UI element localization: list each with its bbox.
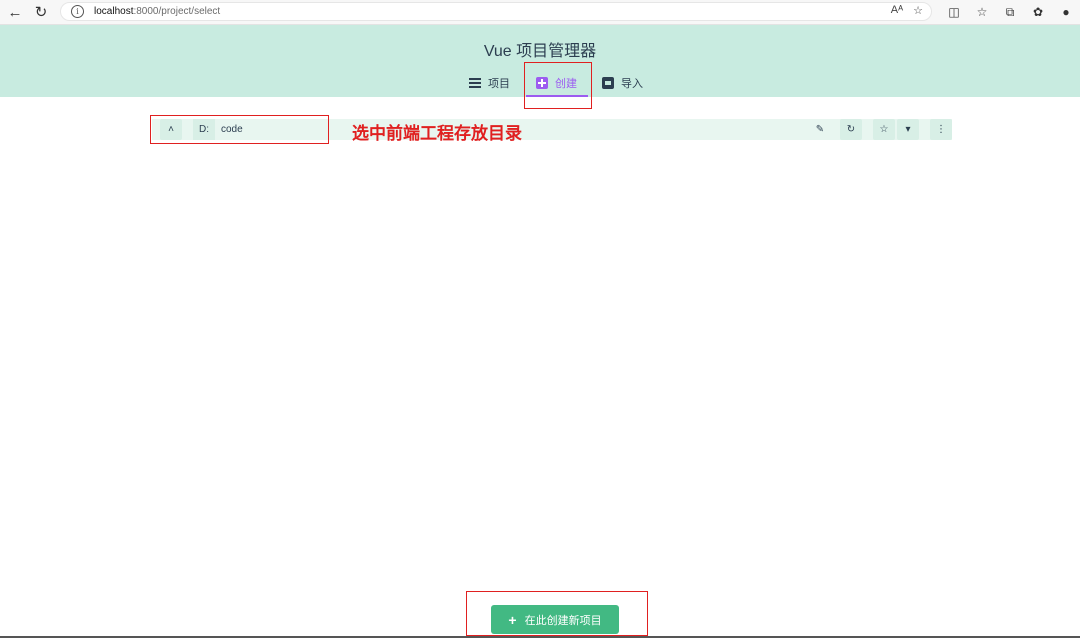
refresh-icon: ↻ (846, 124, 856, 135)
back-arrow-icon[interactable]: ← (4, 1, 26, 23)
archive-icon (602, 77, 614, 89)
favorites-list-icon[interactable]: ☆ (968, 2, 996, 22)
annotation-label: 选中前端工程存放目录 (352, 124, 522, 144)
refresh-icon[interactable]: ↻ (30, 1, 52, 23)
favorite-star-icon[interactable]: ☆ (913, 4, 923, 17)
caret-down-icon: ▾ (905, 124, 911, 135)
create-project-here-button[interactable]: + 在此创建新项目 (491, 605, 619, 634)
tab-create-label: 创建 (555, 78, 577, 90)
url-text[interactable]: localhost:8000/project/select (94, 6, 220, 17)
plus-square-icon (536, 77, 548, 89)
refresh-folder-button[interactable]: ↻ (840, 119, 862, 140)
tab-create[interactable]: 创建 (536, 71, 577, 95)
favorites-dropdown-button[interactable]: ▾ (897, 119, 919, 140)
info-icon[interactable]: i (71, 5, 84, 18)
app-header: Vue 项目管理器 项目 创建 导入 (0, 25, 1080, 97)
split-screen-icon[interactable]: ◫ (940, 2, 968, 22)
create-project-here-label: 在此创建新项目 (524, 614, 602, 627)
browser-toolbar: ← ↻ i localhost:8000/project/select Aᴬ ☆… (0, 0, 1080, 25)
address-bar[interactable]: i localhost:8000/project/select Aᴬ ☆ (60, 2, 932, 21)
tab-projects[interactable]: 项目 (469, 71, 510, 95)
star-icon: ☆ (879, 124, 889, 135)
tab-import[interactable]: 导入 (602, 71, 643, 95)
app-title: Vue 项目管理器 (483, 43, 597, 60)
profile-icon[interactable]: ● (1052, 2, 1080, 22)
main-nav: 项目 创建 导入 (0, 71, 1080, 97)
collections-icon[interactable]: ⧉ (996, 2, 1024, 22)
path-segment-drive[interactable]: D: (193, 119, 215, 140)
plus-icon: + (508, 611, 517, 628)
list-icon (469, 77, 481, 89)
path-segment-folder[interactable]: code (215, 119, 249, 140)
more-vertical-icon: ⋮ (936, 124, 946, 135)
active-tab-indicator (526, 95, 588, 97)
parent-folder-button[interactable]: ˄ (160, 119, 182, 140)
read-aloud-icon[interactable]: Aᴬ (891, 4, 903, 17)
edit-path-button[interactable]: ✎ (810, 119, 830, 140)
favorite-folder-button[interactable]: ☆ (873, 119, 895, 140)
more-options-button[interactable]: ⋮ (930, 119, 952, 140)
tab-projects-label: 项目 (488, 78, 510, 90)
extension-icon[interactable]: ✿ (1024, 2, 1052, 22)
folder-toolbar: ˄ D: code ✎ ↻ ☆ ▾ ⋮ (152, 119, 952, 140)
page: ← ↻ i localhost:8000/project/select Aᴬ ☆… (0, 0, 1080, 638)
pencil-icon: ✎ (815, 124, 825, 135)
chevron-up-icon: ˄ (168, 124, 174, 135)
tab-import-label: 导入 (621, 78, 643, 90)
